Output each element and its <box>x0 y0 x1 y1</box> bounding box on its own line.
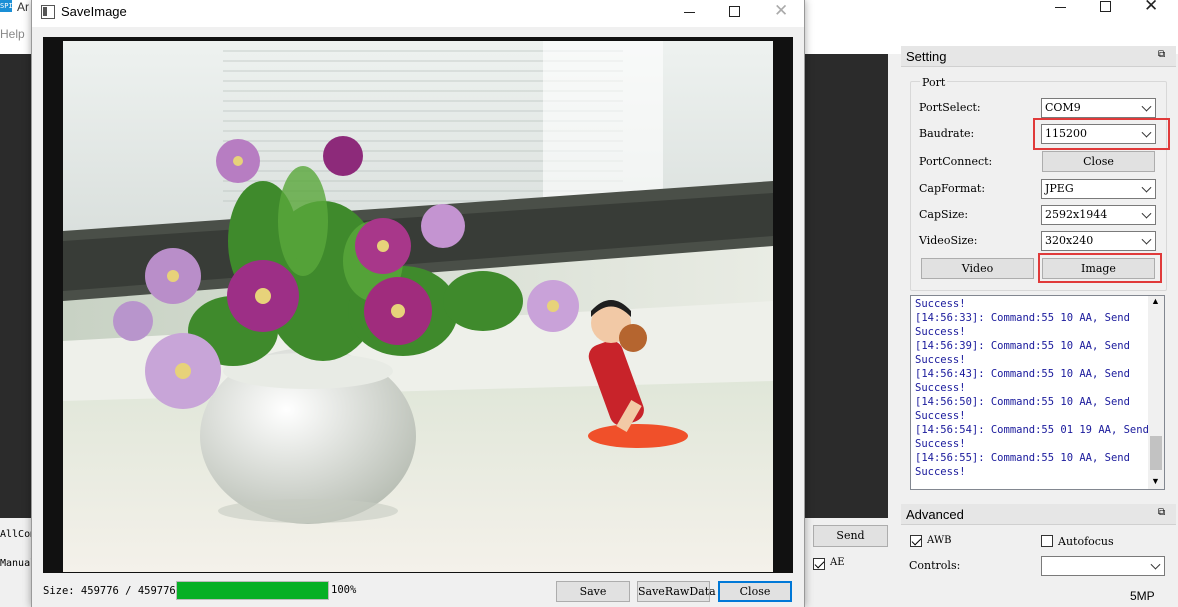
controls-combo[interactable] <box>1041 556 1165 576</box>
ae-label: AE <box>830 557 845 568</box>
capsize-value: 2592x1944 <box>1045 208 1108 221</box>
capsize-combo[interactable]: 2592x1944 <box>1041 205 1156 225</box>
baudrate-highlight <box>1033 118 1170 150</box>
resolution-status: 5MP <box>1130 589 1155 603</box>
log-line: Success! <box>915 354 966 366</box>
portselect-value: COM9 <box>1045 101 1081 114</box>
save-button[interactable]: Save <box>556 581 630 602</box>
captured-image <box>63 41 773 572</box>
log-line: Success! <box>915 466 966 478</box>
window-icon <box>41 5 55 19</box>
capsize-label: CapSize: <box>919 208 969 221</box>
log-scrollbar[interactable]: ▲ ▼ <box>1148 296 1164 489</box>
log-line: Success! <box>915 410 966 422</box>
app-icon: SPI <box>0 0 13 12</box>
minimize-icon[interactable] <box>1055 7 1066 8</box>
close-icon[interactable]: ✕ <box>1144 0 1158 16</box>
log-line: [14:56:43]: Command:55 10 AA, Send <box>915 368 1130 380</box>
log-line: Success! <box>915 438 966 450</box>
chevron-up-icon[interactable]: ▲ <box>1151 296 1160 306</box>
minimize-icon[interactable] <box>684 12 695 13</box>
log-line: Success! <box>915 326 966 338</box>
chevron-down-icon <box>1141 234 1152 245</box>
chevron-down-icon <box>1141 182 1152 193</box>
chevron-down-icon <box>1150 559 1161 570</box>
log-line: [14:56:54]: Command:55 01 19 AA, Send <box>915 424 1149 436</box>
setting-title: Setting <box>906 49 947 64</box>
save-raw-data-button[interactable]: SaveRawData <box>637 581 716 602</box>
chevron-down-icon[interactable]: ▼ <box>1151 476 1160 486</box>
log-line: Success! <box>915 382 966 394</box>
send-button[interactable]: Send <box>813 525 888 547</box>
capformat-combo[interactable]: JPEG <box>1041 179 1156 199</box>
capformat-value: JPEG <box>1045 182 1074 195</box>
maximize-icon[interactable] <box>1100 1 1111 12</box>
log-line: Success! <box>915 298 966 310</box>
dialog-title-bar <box>32 0 804 27</box>
log-lines: Success! [14:56:33]: Command:55 10 AA, S… <box>915 297 1149 479</box>
progress-fill <box>177 582 328 599</box>
menu-help[interactable]: Help <box>0 27 25 41</box>
videosize-label: VideoSize: <box>919 234 978 247</box>
awb-checkbox[interactable] <box>910 535 922 547</box>
saveimage-dialog: SaveImage ✕ Size: 459776 / 459776 100% S… <box>31 0 805 607</box>
float-icon[interactable]: ⧉ <box>1158 49 1165 60</box>
log-line: [14:56:50]: Command:55 10 AA, Send <box>915 396 1130 408</box>
controls-label: Controls: <box>909 559 961 572</box>
video-button[interactable]: Video <box>921 258 1034 279</box>
portselect-label: PortSelect: <box>919 101 981 114</box>
ae-checkbox[interactable] <box>813 558 825 570</box>
image-highlight <box>1038 253 1162 283</box>
baudrate-label: Baudrate: <box>919 127 975 140</box>
portselect-combo[interactable]: COM9 <box>1041 98 1156 118</box>
port-group-title: Port <box>920 76 948 89</box>
portconnect-label: PortConnect: <box>919 155 993 168</box>
float-icon[interactable]: ⧉ <box>1158 507 1165 518</box>
log-line: [14:56:55]: Command:55 10 AA, Send <box>915 452 1130 464</box>
maximize-icon[interactable] <box>729 6 740 17</box>
advanced-title: Advanced <box>906 507 964 522</box>
close-button[interactable]: Close <box>718 581 792 602</box>
dialog-title: SaveImage <box>61 4 127 19</box>
log-line: [14:56:33]: Command:55 10 AA, Send <box>915 312 1130 324</box>
videosize-value: 320x240 <box>1045 234 1094 247</box>
main-title: Ar <box>17 0 29 14</box>
scroll-thumb[interactable] <box>1150 436 1162 470</box>
progress-bar <box>176 581 329 600</box>
autofocus-checkbox[interactable] <box>1041 535 1053 547</box>
size-text: Size: 459776 / 459776 <box>43 585 176 597</box>
awb-label: AWB <box>927 535 952 546</box>
autofocus-label: Autofocus <box>1058 535 1114 548</box>
portconnect-close-button[interactable]: Close <box>1042 151 1155 172</box>
log-line: [14:56:39]: Command:55 10 AA, Send <box>915 340 1130 352</box>
chevron-down-icon <box>1141 101 1152 112</box>
chevron-down-icon <box>1141 208 1152 219</box>
close-icon[interactable]: ✕ <box>774 1 788 21</box>
progress-percent: 100% <box>331 584 357 596</box>
videosize-combo[interactable]: 320x240 <box>1041 231 1156 251</box>
log-box[interactable]: Success! [14:56:33]: Command:55 10 AA, S… <box>910 295 1165 490</box>
capformat-label: CapFormat: <box>919 182 986 195</box>
